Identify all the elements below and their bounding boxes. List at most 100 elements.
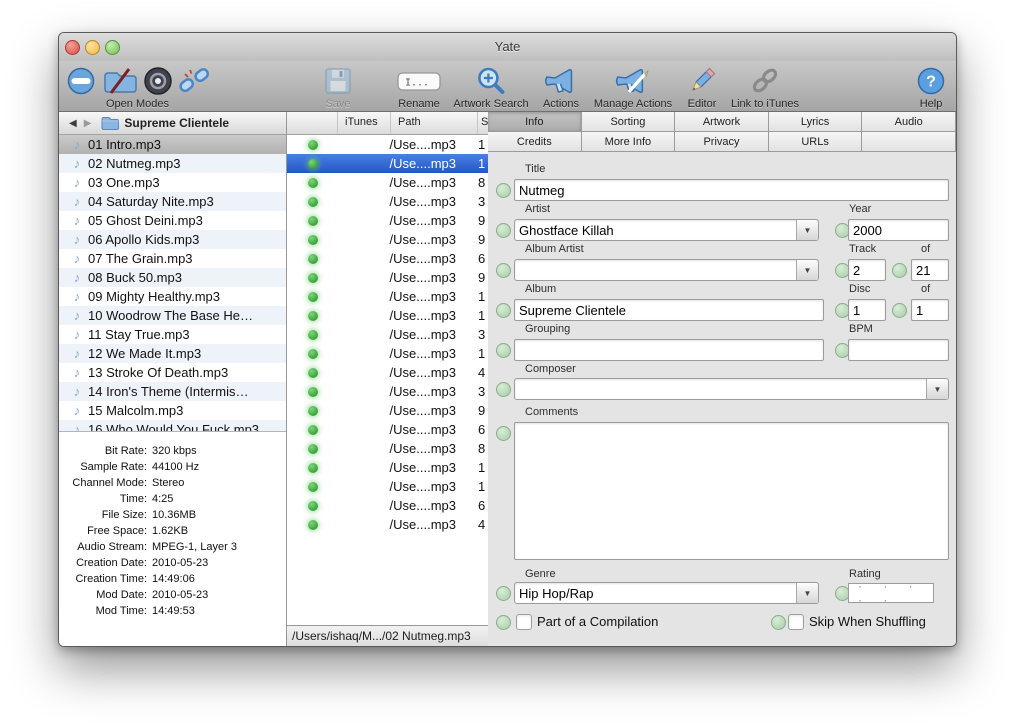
genre-input[interactable]	[514, 582, 819, 604]
mode-disc-icon[interactable]	[141, 65, 175, 97]
list-item[interactable]: ♪15 Malcolm.mp3	[59, 401, 286, 420]
link-to-itunes-button[interactable]: Link to iTunes	[731, 65, 799, 110]
list-item[interactable]: ♪12 We Made It.mp3	[59, 344, 286, 363]
composer-dropdown-icon[interactable]: ▼	[926, 379, 948, 399]
list-item[interactable]: ♪08 Buck 50.mp3	[59, 268, 286, 287]
table-row[interactable]: /Use....mp36	[287, 496, 488, 515]
column-header-status[interactable]	[287, 112, 338, 134]
skip-shuffle-checkbox[interactable]	[788, 614, 804, 630]
list-item[interactable]: ♪10 Woodrow The Base He…	[59, 306, 286, 325]
rename-button[interactable]: I... Rename	[396, 65, 442, 110]
list-item[interactable]: ♪16 Who Would You Fuck.mp3	[59, 420, 286, 431]
folder-header: ◀ ▶ Supreme Clientele	[59, 112, 286, 135]
forward-button[interactable]: ▶	[84, 118, 92, 129]
genre-combo[interactable]: ▼	[514, 582, 819, 604]
column-header-itunes[interactable]: iTunes	[338, 112, 391, 134]
album-artist-combo[interactable]: ▼	[514, 259, 819, 281]
tab-artwork[interactable]: Artwork	[675, 112, 769, 132]
mode-folder-slash-icon[interactable]	[100, 65, 140, 97]
artist-input[interactable]	[514, 219, 819, 241]
clipped-cell: 8	[478, 175, 488, 190]
bpm-input[interactable]	[848, 339, 949, 361]
table-row[interactable]: /Use....mp31	[287, 135, 488, 154]
list-item[interactable]: ♪01 Intro.mp3	[59, 135, 286, 154]
list-item[interactable]: ♪05 Ghost Deini.mp3	[59, 211, 286, 230]
track-of-input[interactable]	[911, 259, 949, 281]
tab-info[interactable]: Info	[488, 112, 582, 132]
tab-grid: InfoSortingArtworkLyricsAudio CreditsMore…	[488, 112, 956, 152]
tab-more-info[interactable]: More Info	[582, 132, 676, 152]
table-row[interactable]: /Use....mp38	[287, 439, 488, 458]
composer-input[interactable]	[514, 378, 949, 400]
artwork-search-button[interactable]: Artwork Search	[453, 65, 528, 110]
composer-combo[interactable]: ▼	[514, 378, 949, 400]
help-button[interactable]: ? Help	[916, 65, 946, 110]
tab-urls[interactable]: URLs	[769, 132, 863, 152]
table-row[interactable]: /Use....mp33	[287, 325, 488, 344]
artist-dropdown-icon[interactable]: ▼	[796, 220, 818, 240]
table-row[interactable]: /Use....mp31	[287, 306, 488, 325]
year-input[interactable]	[848, 219, 949, 241]
column-header-path[interactable]: Path	[391, 112, 478, 134]
list-item[interactable]: ♪04 Saturday Nite.mp3	[59, 192, 286, 211]
table-row[interactable]: /Use....mp34	[287, 515, 488, 534]
album-artist-dropdown-icon[interactable]: ▼	[796, 260, 818, 280]
status-dot-cell	[287, 292, 338, 302]
list-item[interactable]: ♪09 Mighty Healthy.mp3	[59, 287, 286, 306]
table-row[interactable]: /Use....mp39	[287, 268, 488, 287]
list-item[interactable]: ♪06 Apollo Kids.mp3	[59, 230, 286, 249]
table-row[interactable]: /Use....mp39	[287, 401, 488, 420]
tab-credits[interactable]: Credits	[488, 132, 582, 152]
disc-input[interactable]	[848, 299, 886, 321]
tab-sorting[interactable]: Sorting	[582, 112, 676, 132]
actions-button[interactable]: Actions	[543, 65, 579, 110]
mode-unlink-icon[interactable]	[176, 65, 212, 97]
table-row[interactable]: /Use....mp36	[287, 249, 488, 268]
table-row[interactable]: /Use....mp31	[287, 477, 488, 496]
title-input[interactable]	[514, 179, 949, 201]
table-row[interactable]: /Use....mp33	[287, 192, 488, 211]
compilation-checkbox[interactable]	[516, 614, 532, 630]
table-row[interactable]: /Use....mp33	[287, 382, 488, 401]
table-row[interactable]: /Use....mp31	[287, 458, 488, 477]
path-cell: /Use....mp3	[338, 441, 478, 456]
path-cell: /Use....mp3	[338, 479, 478, 494]
table-row[interactable]: /Use....mp31	[287, 154, 488, 173]
list-item[interactable]: ♪07 The Grain.mp3	[59, 249, 286, 268]
column-header-clipped[interactable]: S	[478, 112, 488, 134]
album-artist-input[interactable]	[514, 259, 819, 281]
back-button[interactable]: ◀	[69, 118, 77, 129]
tab-audio[interactable]: Audio	[862, 112, 956, 132]
track-input[interactable]	[848, 259, 886, 281]
table-row[interactable]: /Use....mp36	[287, 420, 488, 439]
artist-combo[interactable]: ▼	[514, 219, 819, 241]
title-bar[interactable]: Yate	[59, 33, 956, 61]
list-item[interactable]: ♪02 Nutmeg.mp3	[59, 154, 286, 173]
tab-lyrics[interactable]: Lyrics	[769, 112, 863, 132]
table-row[interactable]: /Use....mp39	[287, 230, 488, 249]
disc-of-input[interactable]	[911, 299, 949, 321]
editor-button[interactable]: Editor	[687, 65, 717, 110]
manage-actions-button[interactable]: Manage Actions	[594, 65, 672, 110]
list-item[interactable]: ♪13 Stroke Of Death.mp3	[59, 363, 286, 382]
album-input[interactable]	[514, 299, 824, 321]
rating-control[interactable]: · · · · ·	[848, 583, 934, 603]
comments-input[interactable]	[514, 422, 949, 560]
genre-dropdown-icon[interactable]: ▼	[796, 583, 818, 603]
table-row[interactable]: /Use....mp39	[287, 211, 488, 230]
table-row[interactable]: /Use....mp38	[287, 173, 488, 192]
table-row[interactable]: /Use....mp34	[287, 363, 488, 382]
status-dot-cell	[287, 425, 338, 435]
mode-minus-icon[interactable]	[63, 65, 99, 97]
table-row[interactable]: /Use....mp31	[287, 344, 488, 363]
grouping-input[interactable]	[514, 339, 824, 361]
list-item[interactable]: ♪11 Stay True.mp3	[59, 325, 286, 344]
table-row[interactable]: /Use....mp31	[287, 287, 488, 306]
list-item[interactable]: ♪03 One.mp3	[59, 173, 286, 192]
file-name: 15 Malcolm.mp3	[88, 403, 183, 418]
clipped-cell: 3	[478, 194, 488, 209]
tab-privacy[interactable]: Privacy	[675, 132, 769, 152]
list-item[interactable]: ♪14 Iron's Theme (Intermis…	[59, 382, 286, 401]
path-table-panel: iTunes Path S /Use....mp31/Use....mp31/U…	[287, 112, 489, 646]
status-dot-cell	[287, 330, 338, 340]
